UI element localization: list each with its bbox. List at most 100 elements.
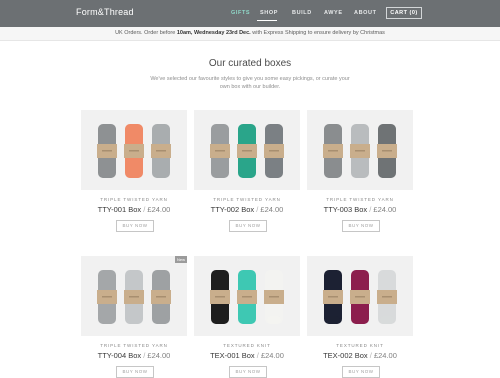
sock-pair [323,124,343,178]
sock-pair [151,270,171,324]
sock-toe [380,316,394,324]
product-name[interactable]: TTY-002 Box / £24.00 [194,205,300,214]
sock-toe [267,170,281,178]
product-name[interactable]: TEX-002 Box / £24.00 [307,351,413,360]
product-image[interactable] [307,110,413,190]
socks-illustration [97,124,171,178]
sock-toe [240,170,254,178]
sock-toe [326,170,340,178]
new-badge: New [175,256,187,263]
product-category: Triple Twisted Yarn [213,197,281,202]
sock-pair [97,124,117,178]
product-category: Triple Twisted Yarn [100,343,168,348]
sock-band-label [215,296,225,298]
sock-toe [353,316,367,324]
product-category: Triple Twisted Yarn [326,197,394,202]
announcement-text-post: with Express Shipping to ensure delivery… [250,30,385,36]
top-navigation-bar: Form&Thread Gifts Shop Build AWYE About … [0,0,500,27]
sock-toe [154,316,168,324]
product-category: Textured Knit [223,343,271,348]
buy-now-button[interactable]: Buy Now [229,366,267,378]
sock-pair [264,270,284,324]
sock-toe [100,316,114,324]
sock-pair [124,270,144,324]
product-image[interactable] [194,110,300,190]
sock-band-label [129,150,139,152]
sock-toe [240,316,254,324]
sock-band-label [215,150,225,152]
product-code: TEX-002 Box [323,351,368,360]
product-image[interactable] [81,110,187,190]
nav-shop[interactable]: Shop [260,10,278,16]
sock-pair [124,124,144,178]
sock-pair [323,270,343,324]
sock-pair [210,270,230,324]
announcement-text-bold: 10am, Wednesday 23rd Dec. [176,30,251,36]
sock-band-label [328,296,338,298]
sock-toe [213,170,227,178]
socks-illustration [97,270,171,324]
sock-pair [377,124,397,178]
product-code: TTY-002 Box [210,205,255,214]
product-price: £24.00 [373,351,397,360]
sock-band-label [269,150,279,152]
sock-pair [237,270,257,324]
sock-band-label [382,150,392,152]
product-image[interactable] [81,256,187,336]
sock-band-label [355,150,365,152]
product-code: TTY-004 Box [97,351,142,360]
socks-illustration [323,124,397,178]
sock-band-label [328,150,338,152]
sock-pair [264,124,284,178]
nav-gifts[interactable]: Gifts [231,10,250,16]
socks-illustration [210,124,284,178]
product-name[interactable]: TTY-003 Box / £24.00 [307,205,413,214]
sock-toe [154,170,168,178]
sock-toe [100,170,114,178]
announcement-text-pre: UK Orders. Order before [115,30,177,36]
buy-now-button[interactable]: Buy Now [116,220,154,232]
nav-build[interactable]: Build [292,10,312,16]
sock-pair [377,270,397,324]
product-image[interactable] [307,256,413,336]
socks-illustration [323,270,397,324]
sock-pair [151,124,171,178]
product-price: £24.00 [260,205,284,214]
sock-band-label [156,296,166,298]
sock-pair [350,270,370,324]
nav-active-underline [257,20,277,21]
sock-toe [353,170,367,178]
sock-band-label [355,296,365,298]
product-name[interactable]: TEX-001 Box / £24.00 [194,351,300,360]
sock-pair [350,124,370,178]
nav-about[interactable]: About [354,10,377,16]
product-image[interactable] [194,256,300,336]
sock-pair [97,270,117,324]
cart-button[interactable]: Cart (0) [386,7,422,19]
sock-toe [213,316,227,324]
buy-now-button[interactable]: Buy Now [342,220,380,232]
product-code: TTY-001 Box [97,205,142,214]
sock-band-label [102,296,112,298]
sock-pair [210,124,230,178]
product-name[interactable]: TTY-004 Box / £24.00 [81,351,187,360]
buy-now-button[interactable]: Buy Now [229,220,267,232]
socks-illustration [210,270,284,324]
sock-band-label [156,150,166,152]
buy-now-button[interactable]: Buy Now [342,366,380,378]
product-category: Triple Twisted Yarn [100,197,168,202]
sock-band-label [269,296,279,298]
sock-pair [237,124,257,178]
sock-band-label [102,150,112,152]
product-price: £24.00 [373,205,397,214]
main-nav: Gifts Shop Build AWYE About [0,0,500,27]
sock-band-label [242,150,252,152]
buy-now-button[interactable]: Buy Now [116,366,154,378]
product-code: TEX-001 Box [210,351,255,360]
product-price: £24.00 [260,351,284,360]
shipping-announcement: UK Orders. Order before 10am, Wednesday … [0,27,500,41]
product-name[interactable]: TTY-001 Box / £24.00 [81,205,187,214]
nav-awye[interactable]: AWYE [324,10,343,16]
sock-band-label [382,296,392,298]
sock-toe [127,170,141,178]
